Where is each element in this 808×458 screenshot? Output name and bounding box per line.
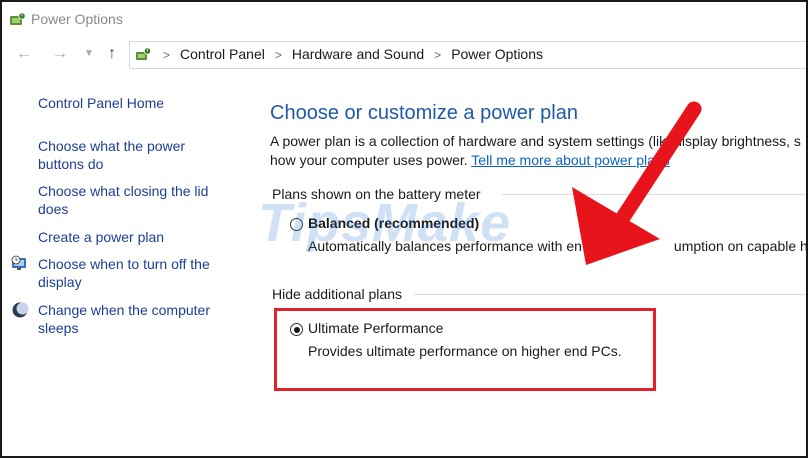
title-bar: Power Options <box>2 2 806 38</box>
battery-plans-heading: Plans shown on the battery meter <box>272 186 481 202</box>
highlight-box <box>274 308 656 391</box>
plan-description-text: Automatically balances performance with … <box>308 238 582 254</box>
breadcrumb-separator: > <box>434 48 442 62</box>
back-arrow-icon[interactable]: ← <box>15 44 33 64</box>
sidebar-item-computer-sleeps[interactable]: Change when the computer sleeps <box>38 301 210 337</box>
balanced-plan-description: Automatically balances performance with … <box>308 238 808 254</box>
description-text: how your computer uses power. <box>270 152 472 168</box>
control-panel-icon <box>136 47 152 60</box>
description-text: A power plan is a collection of hardware… <box>270 133 667 149</box>
balanced-plan-radio[interactable] <box>290 218 303 231</box>
page-description: A power plan is a collection of hardware… <box>270 132 801 170</box>
sidebar-item-label: Choose when to turn off the <box>38 256 210 272</box>
sidebar-item-label: display <box>38 274 82 290</box>
sidebar-item-label: Change when the computer <box>38 302 210 318</box>
breadcrumb-control-panel[interactable]: Control Panel <box>180 46 265 62</box>
up-arrow-icon[interactable]: ↑ <box>103 44 121 64</box>
breadcrumb-separator: > <box>274 48 282 62</box>
sidebar: Control Panel Home Choose what the power… <box>2 70 242 456</box>
sidebar-item-control-panel-home[interactable]: Control Panel Home <box>38 94 164 112</box>
description-text: display brightness, s <box>674 133 801 149</box>
sidebar-item-label: buttons do <box>38 156 104 172</box>
sidebar-item-power-buttons[interactable]: Choose what the power buttons do <box>38 137 185 173</box>
breadcrumb-separator: > <box>163 48 171 62</box>
sidebar-item-label: sleeps <box>38 320 79 336</box>
breadcrumb-hardware-and-sound[interactable]: Hardware and Sound <box>292 46 424 62</box>
forward-arrow-icon[interactable]: → <box>51 44 69 64</box>
balanced-plan-name[interactable]: Balanced (recommended) <box>308 215 479 231</box>
power-plans-help-link[interactable]: Tell me more about power plans <box>471 152 669 168</box>
sidebar-item-label: Choose what the power <box>38 138 186 154</box>
sidebar-item-label: does <box>38 201 69 217</box>
main-content: Choose or customize a power plan A power… <box>250 70 806 456</box>
sidebar-item-label: Choose what closing the lid <box>38 183 209 199</box>
window: Power Options ← → ▼ ↑ > Control Panel > Har… <box>0 0 808 458</box>
monitor-clock-icon <box>11 255 26 270</box>
sidebar-item-closing-lid[interactable]: Choose what closing the lid does <box>38 182 208 218</box>
page-title: Choose or customize a power plan <box>270 102 578 124</box>
sidebar-item-create-power-plan[interactable]: Create a power plan <box>38 228 164 246</box>
breadcrumb-power-options[interactable]: Power Options <box>451 46 543 62</box>
window-title: Power Options <box>31 11 123 27</box>
section-divider <box>414 294 806 295</box>
plan-description-text: umption on capable har <box>673 238 808 254</box>
section-divider <box>502 194 806 195</box>
address-bar[interactable]: > Control Panel > Hardware and Sound > Power … <box>129 41 806 69</box>
chevron-down-icon[interactable]: ▼ <box>80 44 98 64</box>
sidebar-item-label: Create a power plan <box>38 229 165 245</box>
power-options-icon <box>10 12 26 25</box>
navigation-bar: ← → ▼ ↑ > Control Panel > Hardware and Soun… <box>2 38 806 70</box>
sidebar-item-turn-off-display[interactable]: Choose when to turn off the display <box>38 255 210 291</box>
additional-plans-heading[interactable]: Hide additional plans <box>272 286 402 302</box>
breadcrumb: > Control Panel > Hardware and Sound > Power … <box>163 46 543 62</box>
moon-icon <box>12 302 29 318</box>
